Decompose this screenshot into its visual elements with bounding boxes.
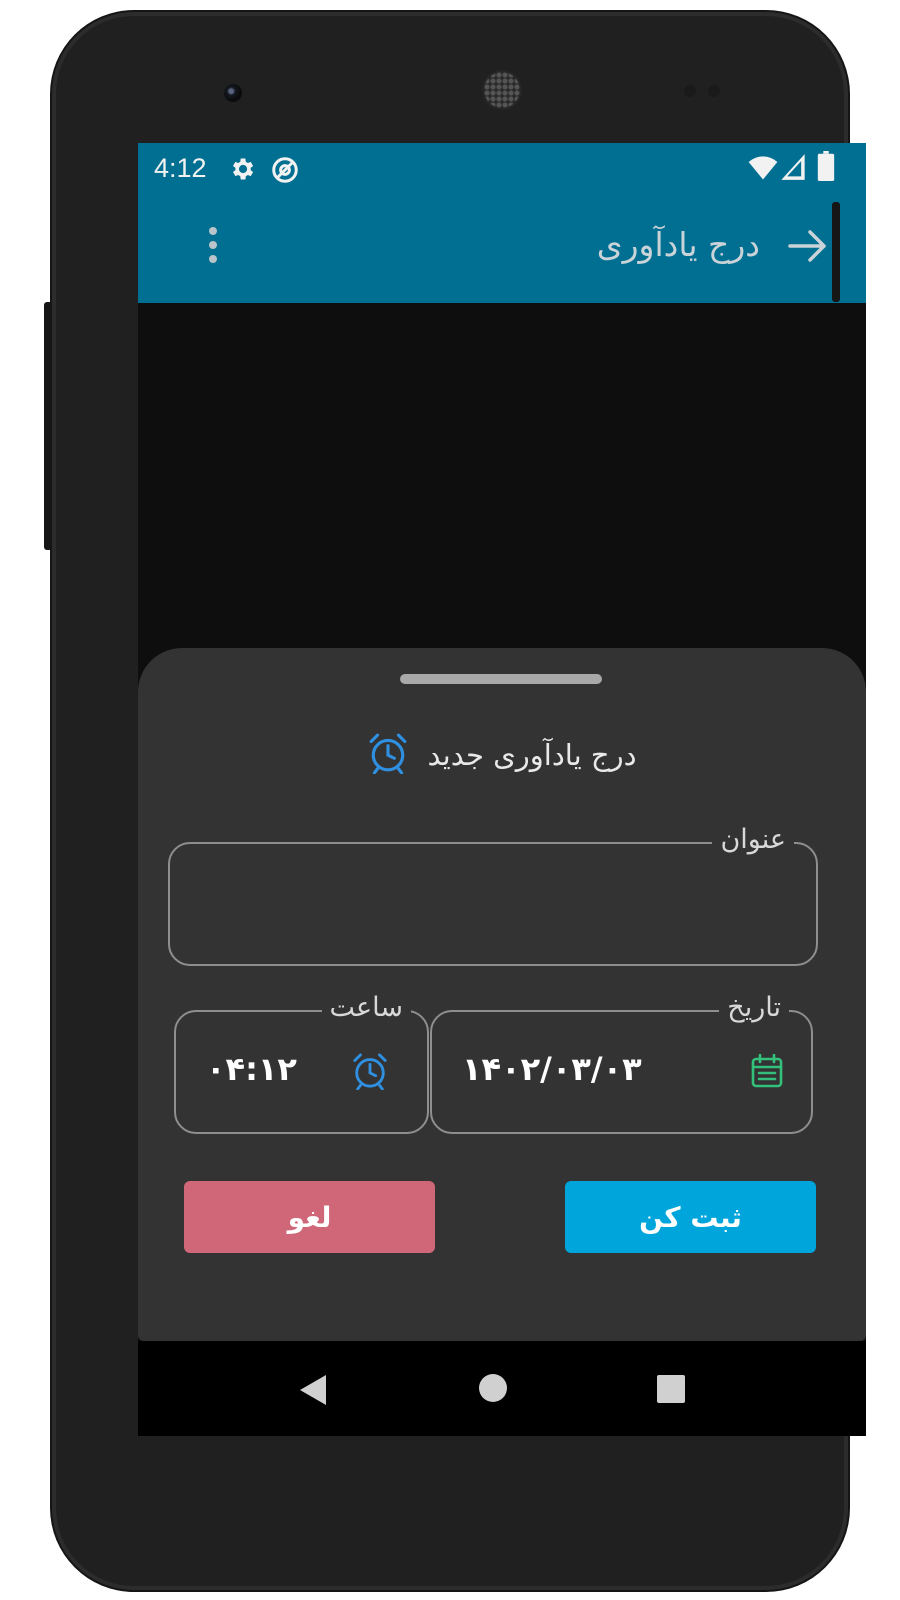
app-bar: درج یادآوری	[138, 195, 866, 303]
at-sign-icon	[270, 155, 300, 189]
sheet-drag-handle[interactable]	[400, 674, 602, 684]
signal-icon	[780, 153, 806, 185]
screen: 4:12 درج یادآوری درج یادآوری جدید عنوان …	[138, 143, 866, 1436]
arrow-right-icon[interactable]	[788, 229, 828, 267]
battery-icon	[817, 151, 835, 185]
page-title: درج یادآوری	[596, 225, 760, 264]
power-button	[832, 202, 840, 302]
date-field-label: تاریخ	[719, 988, 789, 1028]
wifi-icon	[748, 153, 778, 185]
earpiece-speaker	[484, 72, 520, 108]
calendar-icon[interactable]	[751, 1053, 783, 1092]
date-field[interactable]: تاریخ ۱۴۰۲/۰۳/۰۳	[430, 988, 813, 1134]
light-sensor	[708, 85, 720, 97]
sheet-title: درج یادآوری جدید	[427, 738, 637, 772]
alarm-clock-icon[interactable]	[351, 1052, 389, 1094]
front-camera	[224, 84, 242, 102]
title-field[interactable]: عنوان	[168, 820, 818, 966]
title-field-label: عنوان	[712, 820, 794, 860]
back-triangle-icon[interactable]	[298, 1373, 328, 1411]
gear-icon	[228, 155, 256, 187]
sheet-header: درج یادآوری جدید	[138, 728, 866, 782]
more-vert-icon[interactable]	[208, 225, 218, 269]
volume-rocker	[44, 302, 52, 550]
proximity-sensor	[684, 85, 696, 97]
recents-square-icon[interactable]	[656, 1374, 686, 1408]
cancel-button[interactable]: لغو	[184, 1181, 435, 1253]
time-field[interactable]: ساعت ۰۴:۱۲	[174, 988, 429, 1134]
home-circle-icon[interactable]	[478, 1373, 508, 1407]
submit-button[interactable]: ثبت کن	[565, 1181, 816, 1253]
time-field-value: ۰۴:۱۲	[206, 1050, 297, 1088]
date-field-value: ۱۴۰۲/۰۳/۰۳	[462, 1050, 642, 1088]
status-time: 4:12	[154, 153, 207, 183]
alarm-clock-icon	[367, 732, 409, 778]
phone-frame: 4:12 درج یادآوری درج یادآوری جدید عنوان …	[52, 12, 866, 1590]
navigation-bar	[138, 1341, 866, 1436]
bottom-sheet: درج یادآوری جدید عنوان ساعت ۰۴:۱۲ تاریخ …	[138, 648, 866, 1341]
status-bar: 4:12	[138, 143, 866, 195]
time-field-label: ساعت	[321, 988, 411, 1028]
